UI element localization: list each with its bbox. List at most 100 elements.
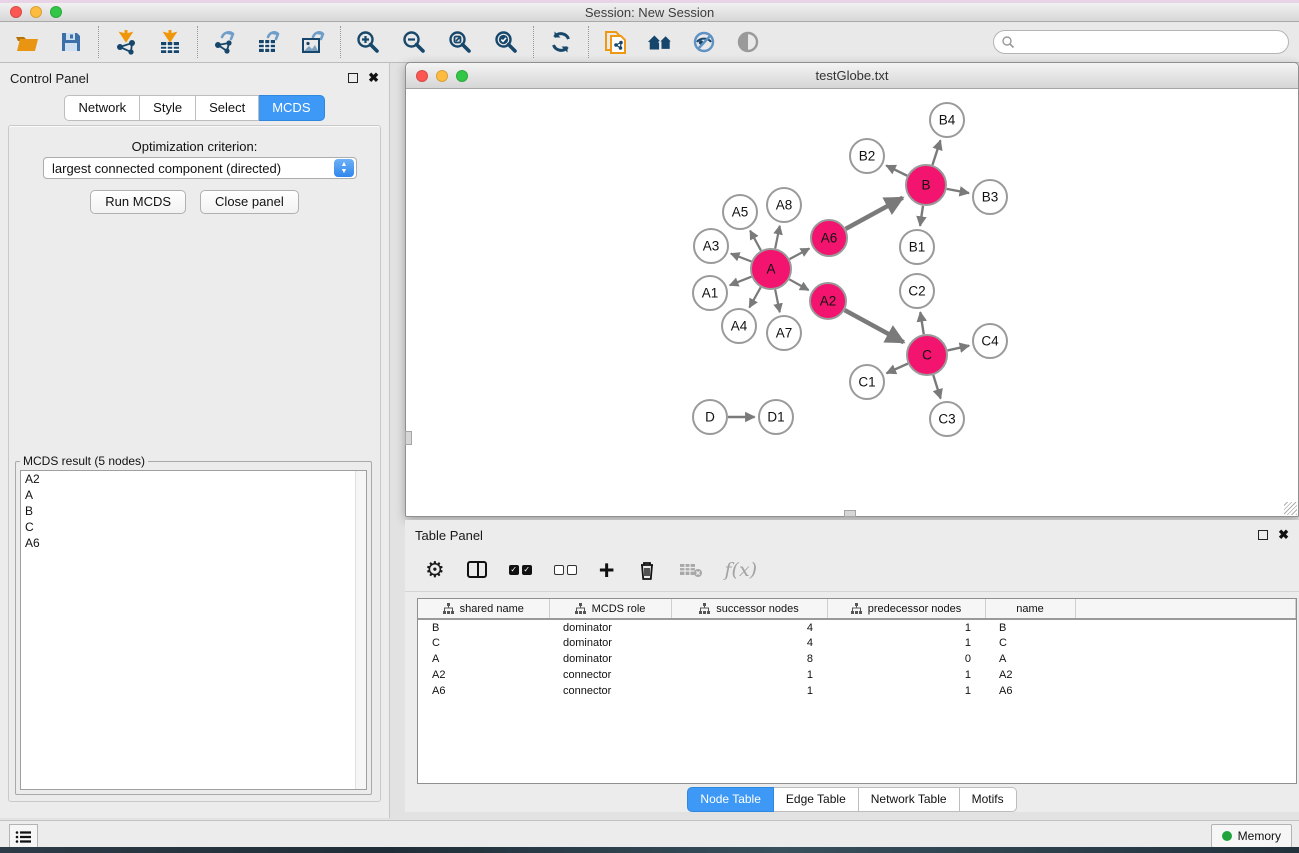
criterion-dropdown[interactable]: largest connected component (directed) ▲… bbox=[43, 157, 357, 179]
graph-node-A2[interactable]: A2 bbox=[810, 283, 846, 319]
edge-A2-C[interactable] bbox=[845, 310, 904, 342]
close-panel-icon[interactable]: ✖ bbox=[368, 73, 379, 83]
tab-motifs[interactable]: Motifs bbox=[960, 787, 1017, 812]
edge-A-A1[interactable] bbox=[730, 277, 752, 286]
graph-node-C[interactable]: C bbox=[907, 335, 947, 375]
zoom-in-icon[interactable] bbox=[354, 28, 382, 56]
edge-C-C1[interactable] bbox=[887, 364, 908, 374]
close-table-panel-icon[interactable]: ✖ bbox=[1278, 530, 1289, 540]
edge-A-A5[interactable] bbox=[750, 231, 761, 251]
clone-network-icon[interactable] bbox=[602, 28, 630, 56]
table-cell[interactable]: 4 bbox=[671, 635, 827, 651]
edge-C-C2[interactable] bbox=[920, 312, 923, 334]
save-session-icon[interactable] bbox=[57, 28, 85, 56]
column-header-name[interactable]: name bbox=[985, 599, 1075, 619]
table-row[interactable]: Adominator80A bbox=[418, 651, 1296, 667]
zoom-out-icon[interactable] bbox=[400, 28, 428, 56]
edge-C-C4[interactable] bbox=[947, 346, 969, 351]
export-image-icon[interactable] bbox=[299, 28, 327, 56]
result-item[interactable]: A6 bbox=[21, 535, 366, 551]
table-cell[interactable]: dominator bbox=[549, 619, 671, 635]
float-table-panel-icon[interactable] bbox=[1258, 530, 1268, 540]
table-cell[interactable]: A bbox=[985, 651, 1075, 667]
edge-A-A6[interactable] bbox=[790, 248, 810, 259]
refresh-icon[interactable] bbox=[547, 28, 575, 56]
table-cell[interactable]: C bbox=[418, 635, 549, 651]
column-header-mcds-role[interactable]: MCDS role bbox=[549, 599, 671, 619]
network-horizontal-scrollbar-thumb[interactable] bbox=[844, 510, 856, 517]
result-item[interactable]: C bbox=[21, 519, 366, 535]
table-cell[interactable]: B bbox=[418, 619, 549, 635]
select-all-icon[interactable]: ✓✓ bbox=[509, 556, 532, 584]
graph-node-C1[interactable]: C1 bbox=[850, 365, 884, 399]
hide-glasses-icon[interactable] bbox=[690, 28, 718, 56]
table-row[interactable]: Cdominator41C bbox=[418, 635, 1296, 651]
column-header-successor-nodes[interactable]: successor nodes bbox=[671, 599, 827, 619]
graph-node-C4[interactable]: C4 bbox=[973, 324, 1007, 358]
table-cell[interactable]: 1 bbox=[671, 683, 827, 699]
network-graph[interactable]: B4B2BB3A5A8A6B1A3AC2A1A2A4A7C4CC1C3DD1 bbox=[406, 89, 1298, 516]
graph-node-A7[interactable]: A7 bbox=[767, 316, 801, 350]
add-column-icon[interactable]: + bbox=[599, 556, 615, 584]
table-cell[interactable]: B bbox=[985, 619, 1075, 635]
function-builder-icon[interactable]: f(x) bbox=[725, 556, 758, 584]
table-cell[interactable]: A6 bbox=[985, 683, 1075, 699]
network-window-titlebar[interactable]: testGlobe.txt bbox=[406, 63, 1298, 89]
zoom-fit-icon[interactable] bbox=[446, 28, 474, 56]
edge-A-A4[interactable] bbox=[749, 287, 760, 307]
table-cell[interactable]: dominator bbox=[549, 635, 671, 651]
table-settings-icon[interactable]: ⚙ bbox=[425, 556, 445, 584]
table-cell[interactable]: connector bbox=[549, 683, 671, 699]
export-network-icon[interactable] bbox=[211, 28, 239, 56]
graph-node-B3[interactable]: B3 bbox=[973, 180, 1007, 214]
table-cell[interactable]: dominator bbox=[549, 651, 671, 667]
table-cell[interactable]: 1 bbox=[827, 667, 985, 683]
table-cell[interactable]: 8 bbox=[671, 651, 827, 667]
edge-A-A2[interactable] bbox=[789, 279, 808, 290]
table-cell[interactable]: 1 bbox=[827, 683, 985, 699]
table-row[interactable]: A2connector11A2 bbox=[418, 667, 1296, 683]
graph-node-D[interactable]: D bbox=[693, 400, 727, 434]
column-header-predecessor-nodes[interactable]: predecessor nodes bbox=[827, 599, 985, 619]
split-view-icon[interactable] bbox=[467, 556, 487, 584]
table-header-row[interactable]: shared name MCDS role successor nodes pr… bbox=[418, 599, 1296, 619]
network-vertical-scrollbar-thumb[interactable] bbox=[405, 431, 412, 445]
graph-node-D1[interactable]: D1 bbox=[759, 400, 793, 434]
table-row[interactable]: A6connector11A6 bbox=[418, 683, 1296, 699]
run-mcds-button[interactable]: Run MCDS bbox=[90, 190, 186, 214]
window-resize-grip[interactable] bbox=[1284, 502, 1297, 515]
tab-edge-table[interactable]: Edge Table bbox=[774, 787, 859, 812]
tab-network[interactable]: Network bbox=[64, 95, 140, 121]
table-cell[interactable]: A bbox=[418, 651, 549, 667]
table-cell[interactable]: A2 bbox=[985, 667, 1075, 683]
tab-mcds[interactable]: MCDS bbox=[259, 95, 324, 121]
column-header-shared-name[interactable]: shared name bbox=[418, 599, 549, 619]
search-input[interactable] bbox=[1015, 35, 1288, 49]
graph-node-A1[interactable]: A1 bbox=[693, 276, 727, 310]
graph-node-A6[interactable]: A6 bbox=[811, 220, 847, 256]
export-table-icon[interactable] bbox=[255, 28, 283, 56]
table-cell[interactable]: A6 bbox=[418, 683, 549, 699]
edge-A-A8[interactable] bbox=[775, 226, 780, 249]
graph-node-A4[interactable]: A4 bbox=[722, 309, 756, 343]
result-item[interactable]: A2 bbox=[21, 471, 366, 487]
zoom-selected-icon[interactable] bbox=[492, 28, 520, 56]
graph-node-B1[interactable]: B1 bbox=[900, 230, 934, 264]
tab-node-table[interactable]: Node Table bbox=[687, 787, 774, 812]
table-cell[interactable]: A2 bbox=[418, 667, 549, 683]
search-field[interactable] bbox=[993, 30, 1289, 54]
close-panel-button[interactable]: Close panel bbox=[200, 190, 299, 214]
edge-B-B3[interactable] bbox=[947, 189, 969, 193]
float-panel-icon[interactable] bbox=[348, 73, 358, 83]
result-item[interactable]: B bbox=[21, 503, 366, 519]
table-cell[interactable]: 1 bbox=[671, 667, 827, 683]
open-session-icon[interactable] bbox=[13, 28, 41, 56]
memory-button[interactable]: Memory bbox=[1211, 824, 1292, 848]
table-cell[interactable]: 1 bbox=[827, 619, 985, 635]
table-cell[interactable]: connector bbox=[549, 667, 671, 683]
mcds-result-list[interactable]: A2ABCA6 bbox=[20, 470, 367, 790]
edge-C-C3[interactable] bbox=[933, 375, 940, 399]
graph-node-A[interactable]: A bbox=[751, 249, 791, 289]
result-scrollbar[interactable] bbox=[355, 471, 366, 789]
table-row[interactable]: Bdominator41B bbox=[418, 619, 1296, 635]
